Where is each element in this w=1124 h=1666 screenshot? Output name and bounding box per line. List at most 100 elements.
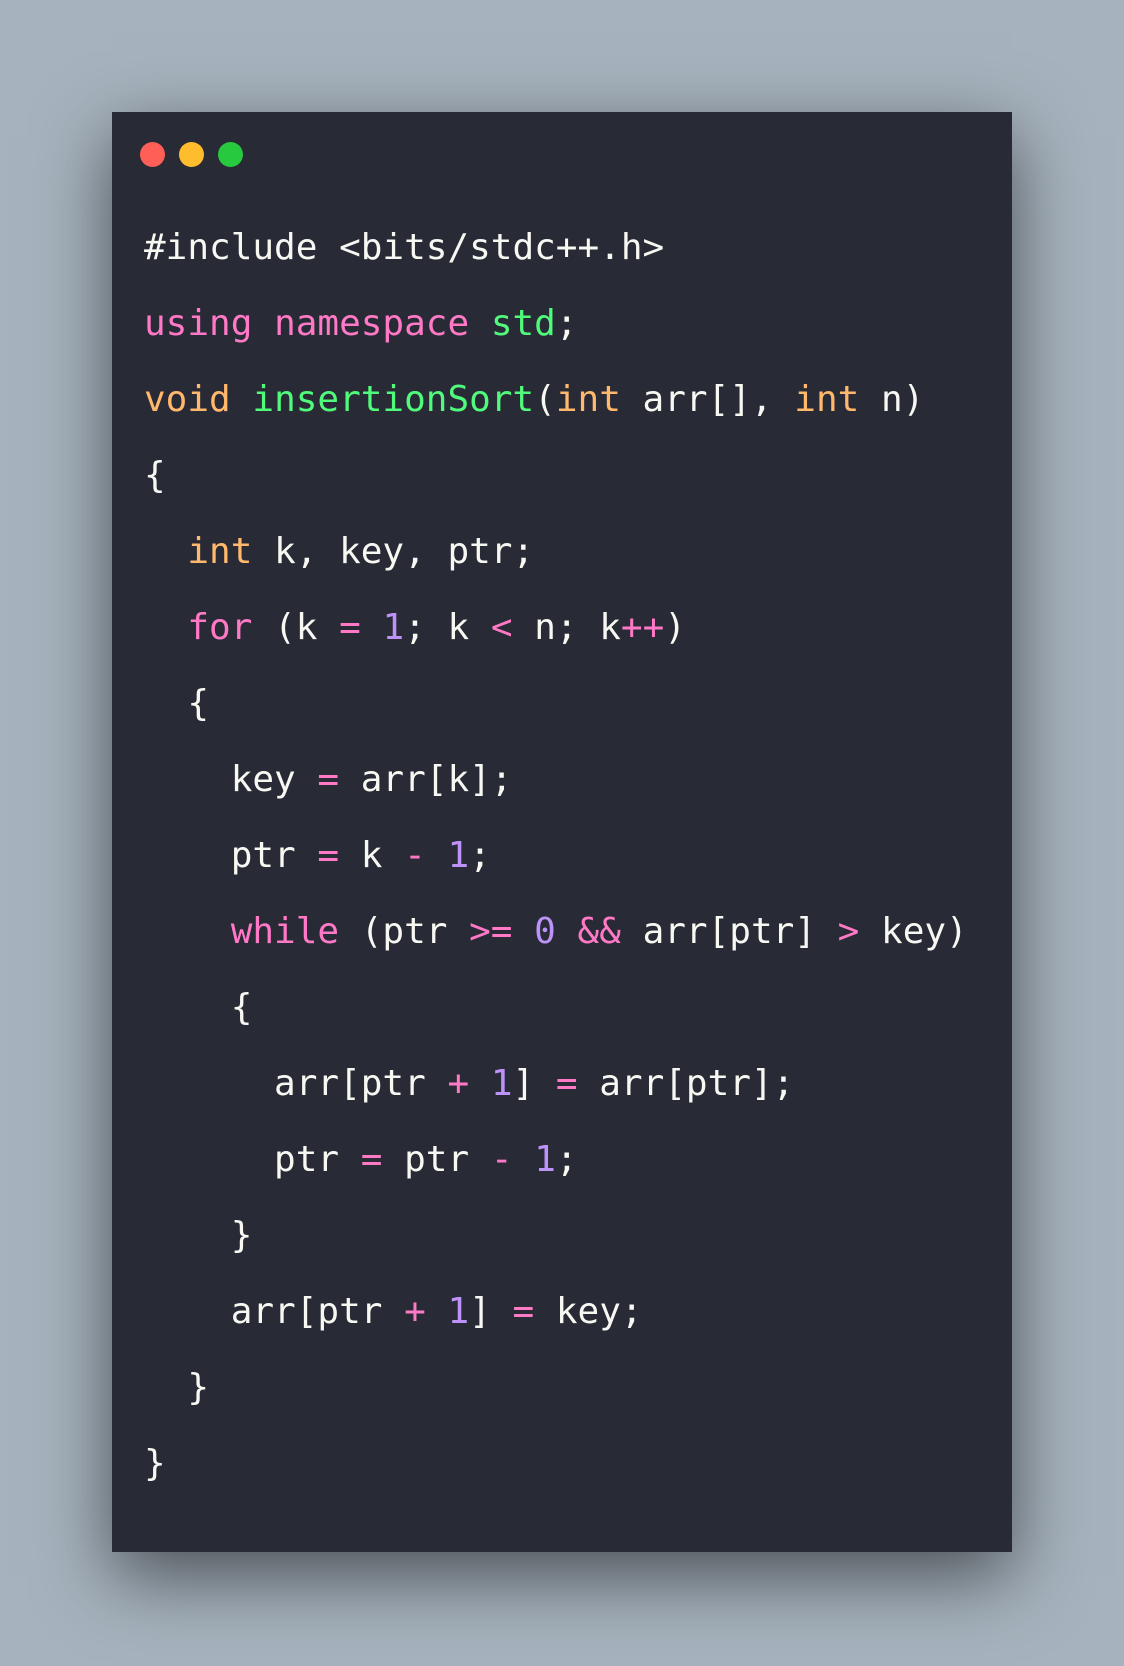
code-token-operator: &&: [577, 911, 621, 952]
code-window: #include <bits/stdc++.h> using namespace …: [112, 112, 1012, 1552]
code-line: using namespace std;: [144, 286, 968, 362]
code-token-number: 1: [382, 607, 405, 648]
code-token-plain: {: [144, 683, 210, 724]
code-token-number: 1: [534, 1139, 556, 1180]
code-token-plain: arr[ptr: [144, 1291, 405, 1332]
code-token-operator: ++: [620, 607, 665, 648]
code-token-function: std: [490, 303, 556, 344]
code-token-plain: (: [534, 379, 556, 420]
code-token-operator: =: [360, 1139, 383, 1180]
close-dot[interactable]: [140, 142, 165, 167]
code-token-plain: ; k: [404, 607, 491, 648]
code-token-plain: {: [144, 455, 166, 496]
code-token-plain: ]: [512, 1063, 556, 1104]
code-line: {: [144, 970, 968, 1046]
code-token-operator: =: [512, 1291, 535, 1332]
code-token-plain: {: [144, 987, 253, 1028]
code-line: ptr = k - 1;: [144, 818, 968, 894]
code-line: {: [144, 666, 968, 742]
code-token-plain: ): [664, 607, 686, 648]
code-line: ptr = ptr - 1;: [144, 1122, 968, 1198]
code-line: }: [144, 1350, 968, 1426]
code-line: {: [144, 438, 968, 514]
code-token-plain: }: [144, 1367, 210, 1408]
code-token-type: void: [144, 379, 231, 420]
code-token-plain: k, key, ptr;: [252, 531, 535, 572]
code-line: int k, key, ptr;: [144, 514, 968, 590]
code-token-plain: arr[ptr];: [577, 1063, 795, 1104]
code-line: while (ptr >= 0 && arr[ptr] > key): [144, 894, 968, 970]
code-token-operator: +: [404, 1291, 426, 1332]
code-token-plain: key): [859, 911, 968, 952]
code-token-plain: ptr: [144, 1139, 361, 1180]
code-token-operator: =: [555, 1063, 578, 1104]
code-token-operator: >: [837, 911, 860, 952]
code-token-operator: =: [339, 607, 361, 648]
code-token-plain: arr[ptr]: [620, 911, 838, 952]
code-token-plain: }: [144, 1443, 166, 1484]
code-token-operator: +: [447, 1063, 470, 1104]
window-controls: [140, 142, 243, 167]
code-token-operator: =: [317, 835, 340, 876]
code-token-operator: <: [490, 607, 513, 648]
code-token-number: 0: [534, 911, 556, 952]
code-line: }: [144, 1198, 968, 1274]
code-token-plain: k: [339, 835, 405, 876]
code-token-keyword: namespace: [274, 303, 470, 344]
code-token-type: int: [794, 379, 860, 420]
code-token-operator: -: [490, 1139, 513, 1180]
code-token-keyword: while: [230, 911, 340, 952]
code-token-plain: n): [859, 379, 925, 420]
code-token-number: 1: [447, 835, 470, 876]
code-token-plain: key;: [534, 1291, 643, 1332]
code-line: arr[ptr + 1] = arr[ptr];: [144, 1046, 968, 1122]
code-token-plain: ptr: [144, 835, 318, 876]
minimize-dot[interactable]: [179, 142, 204, 167]
code-token-plain: (k: [252, 607, 340, 648]
code-token-plain: ;: [555, 303, 578, 344]
code-token-operator: =: [317, 759, 340, 800]
code-token-plain: (ptr: [339, 911, 470, 952]
code-token-plain: arr[],: [620, 379, 795, 420]
code-token-type: int: [555, 379, 621, 420]
code-token-keyword: for: [187, 607, 253, 648]
code-token-plain: #include <bits/stdc++.h>: [144, 227, 665, 268]
code-token-plain: }: [144, 1215, 253, 1256]
code-token-plain: key: [144, 759, 318, 800]
code-line: #include <bits/stdc++.h>: [144, 210, 968, 286]
code-line: for (k = 1; k < n; k++): [144, 590, 968, 666]
code-token-plain: arr[ptr: [144, 1063, 448, 1104]
code-token-plain: ;: [555, 1139, 578, 1180]
code-token-type: int: [187, 531, 253, 572]
code-line: }: [144, 1426, 968, 1502]
code-token-keyword: using: [144, 303, 253, 344]
code-token-plain: ;: [469, 835, 491, 876]
code-line: arr[ptr + 1] = key;: [144, 1274, 968, 1350]
code-token-plain: ]: [469, 1291, 513, 1332]
code-token-number: 1: [447, 1291, 470, 1332]
maximize-dot[interactable]: [218, 142, 243, 167]
code-line: void insertionSort(int arr[], int n): [144, 362, 968, 438]
code-line: key = arr[k];: [144, 742, 968, 818]
code-token-function: insertionSort: [252, 379, 535, 420]
code-token-plain: n; k: [512, 607, 621, 648]
code-block: #include <bits/stdc++.h> using namespace …: [144, 210, 968, 1502]
code-token-operator: >=: [469, 911, 513, 952]
code-token-operator: -: [404, 835, 426, 876]
code-token-plain: ptr: [382, 1139, 491, 1180]
code-token-number: 1: [490, 1063, 513, 1104]
code-token-plain: arr[k];: [339, 759, 513, 800]
